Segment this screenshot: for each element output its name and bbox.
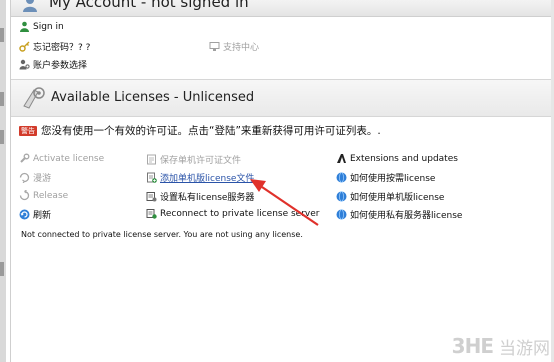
licenses-title: Available Licenses - Unlicensed [51, 90, 255, 105]
refresh-icon [19, 209, 30, 220]
watermark-text: 当游网 [499, 338, 550, 359]
release-label: Release [33, 190, 69, 201]
sign-in-icon [20, 21, 29, 32]
strip-marker [0, 130, 4, 144]
warning-badge: 警告 [19, 125, 37, 136]
globe-icon [336, 172, 347, 183]
refresh-button[interactable]: 刷新 [19, 208, 51, 221]
sign-in-label: Sign in [33, 21, 64, 32]
how-borrow-license-label: 如何使用按需license [350, 174, 436, 184]
extensions-updates-label: Extensions and updates [350, 153, 458, 164]
support-center-link[interactable]: 支持中心 [209, 40, 259, 53]
watermark: 3HE 当游网 [452, 332, 550, 360]
account-settings-icon [19, 59, 30, 70]
key-icon [19, 41, 30, 52]
add-file-icon [147, 172, 157, 183]
save-license-file-label: 保存单机许可证文件 [160, 156, 242, 166]
watermark-logo: 3HE [451, 334, 494, 358]
set-private-server-button[interactable]: 设置私有license服务器 [146, 190, 254, 203]
strip-marker [0, 262, 4, 276]
save-license-file-button[interactable]: 保存单机许可证文件 [146, 153, 241, 166]
how-private-server-license-link[interactable]: 如何使用私有服务器license [336, 208, 462, 221]
left-strip [0, 0, 6, 362]
wrench-icon [20, 153, 30, 163]
user-icon [23, 0, 37, 12]
refresh-label: 刷新 [33, 211, 52, 221]
license-warning: 警告 您没有使用一个有效的许可证。点击“登陆”来重新获得可用许可证列表。. [19, 123, 381, 138]
support-center-label: 支持中心 [223, 43, 260, 53]
strip-marker [0, 92, 4, 106]
account-params-link[interactable]: 账户参数选择 [19, 58, 87, 71]
how-private-server-license-label: 如何使用私有服务器license [350, 211, 463, 221]
roam-label: 漫游 [33, 174, 52, 184]
add-license-file-button[interactable]: 添加单机版license文件 [146, 171, 254, 184]
reconnect-server-button[interactable]: Reconnect to private license server [146, 208, 319, 219]
extensions-updates-link[interactable]: Extensions and updates [336, 153, 458, 164]
reconnect-icon [146, 209, 157, 219]
license-status-text: Not connected to private license server.… [21, 230, 303, 239]
extensions-icon [337, 154, 346, 163]
account-panel: My Account - not signed in Sign in 忘记密码？… [10, 0, 551, 362]
globe-icon [336, 209, 347, 220]
licenses-header: Available Licenses - Unlicensed [11, 79, 551, 117]
how-standalone-license-label: 如何使用单机版license [350, 193, 445, 203]
monitor-icon [209, 42, 220, 51]
release-icon [19, 190, 30, 201]
account-title: My Account - not signed in [49, 0, 249, 11]
sign-in-link[interactable]: Sign in [19, 21, 64, 32]
forgot-password-link[interactable]: 忘记密码？? ? [19, 40, 90, 53]
activate-license-button[interactable]: Activate license [19, 153, 104, 164]
set-private-server-label: 设置私有license服务器 [160, 193, 255, 203]
strip-marker [0, 28, 4, 42]
license-icon [23, 87, 45, 109]
forgot-password-label: 忘记密码？? ? [33, 43, 91, 53]
activate-license-label: Activate license [33, 153, 105, 164]
reconnect-server-label: Reconnect to private license server [160, 208, 320, 219]
account-header: My Account - not signed in [11, 0, 551, 17]
roam-button[interactable]: 漫游 [19, 171, 51, 184]
save-file-icon [147, 154, 156, 165]
add-license-file-label: 添加单机版license文件 [160, 174, 255, 184]
release-button[interactable]: Release [19, 190, 68, 201]
account-params-label: 账户参数选择 [33, 61, 88, 71]
how-borrow-license-link[interactable]: 如何使用按需license [336, 171, 435, 184]
globe-icon [336, 191, 347, 202]
how-standalone-license-link[interactable]: 如何使用单机版license [336, 190, 444, 203]
warning-text: 您没有使用一个有效的许可证。点击“登陆”来重新获得可用许可证列表。. [41, 125, 381, 137]
roam-icon [19, 172, 30, 183]
server-settings-icon [146, 192, 157, 202]
